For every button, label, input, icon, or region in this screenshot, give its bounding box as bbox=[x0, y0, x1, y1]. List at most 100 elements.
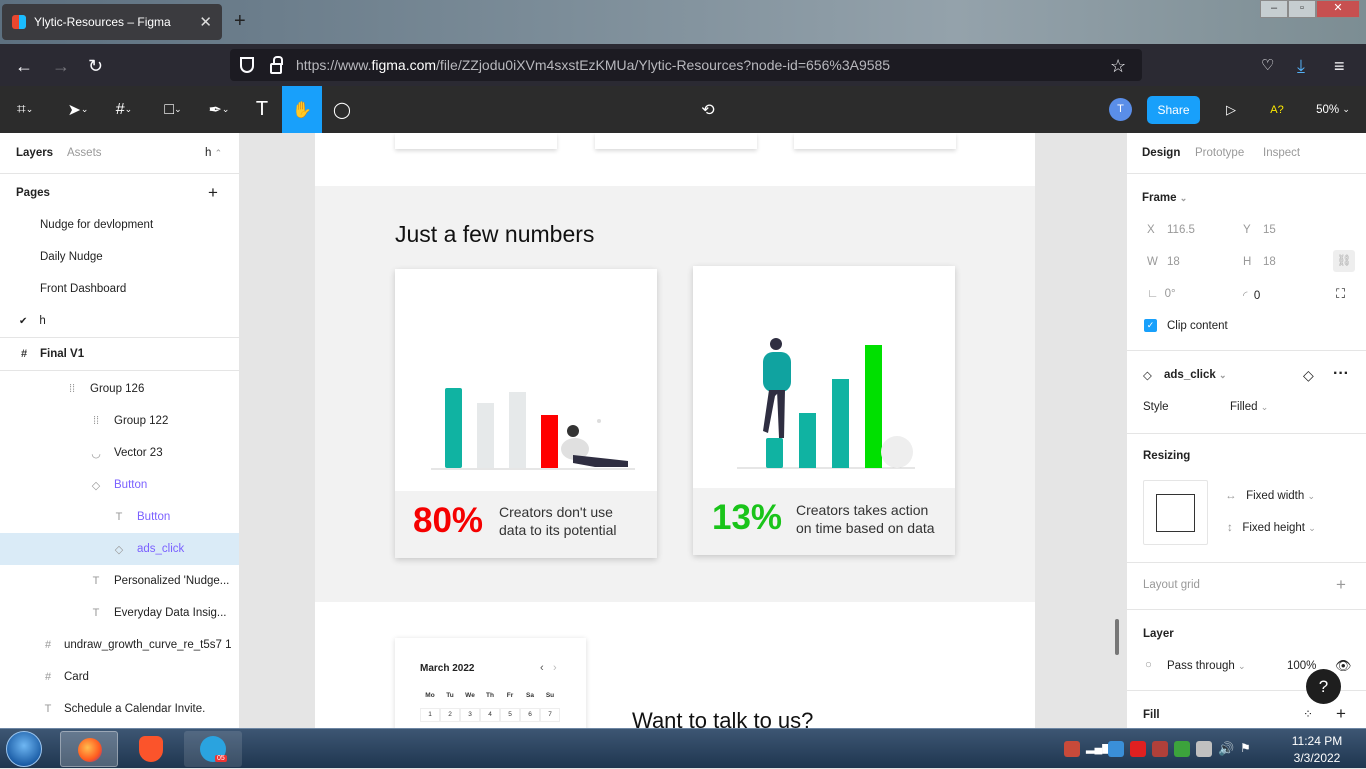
calendar-date[interactable]: 4 bbox=[480, 708, 500, 722]
shield-icon[interactable] bbox=[240, 57, 254, 73]
style-dropdown[interactable]: Filled ⌄ bbox=[1230, 401, 1268, 413]
calendar-prev-icon[interactable]: ‹ bbox=[540, 662, 544, 674]
text-tool-icon[interactable]: T bbox=[244, 86, 280, 133]
url-bar[interactable]: https://www.figma.com/file/ZZjodu0iXVm4s… bbox=[230, 49, 1142, 81]
comment-tool-icon[interactable]: ◯ bbox=[324, 86, 360, 133]
component-name-dropdown[interactable]: ads_click ⌄ bbox=[1164, 369, 1227, 381]
calendar-date[interactable]: 7 bbox=[540, 708, 560, 722]
pocket-icon[interactable]: ♡ bbox=[1261, 56, 1274, 74]
component-icon[interactable]: ⟲ bbox=[690, 86, 726, 133]
layer-item[interactable]: # Card bbox=[0, 661, 239, 693]
window-close-icon[interactable]: ✕ bbox=[1316, 0, 1360, 18]
layer-item[interactable]: ◇ Button bbox=[0, 469, 239, 501]
share-button[interactable]: Share bbox=[1147, 96, 1200, 124]
tray-icon[interactable] bbox=[1152, 741, 1168, 757]
layer-item[interactable]: T Schedule a Calendar Invite. bbox=[0, 693, 239, 725]
browser-tab[interactable]: Ylytic-Resources – Figma ✕ bbox=[2, 4, 222, 40]
move-tool-icon[interactable]: ➤ ⌄ bbox=[58, 86, 98, 133]
clip-content-checkbox[interactable]: ✓ bbox=[1144, 319, 1157, 332]
page-item-current[interactable]: ✔ h bbox=[0, 305, 239, 337]
add-page-icon[interactable]: + bbox=[208, 183, 218, 203]
maximize-icon[interactable]: ▫ bbox=[1288, 0, 1316, 18]
frame-tool-icon[interactable]: # ⌄ bbox=[104, 86, 144, 133]
opacity-field[interactable]: 100% bbox=[1287, 660, 1316, 672]
clock[interactable]: 11:24 PM 3/3/2022 bbox=[1285, 733, 1349, 767]
calendar-date[interactable]: 5 bbox=[500, 708, 520, 722]
hand-tool-icon[interactable]: ✋ bbox=[282, 86, 322, 133]
layer-frame[interactable]: # Final V1 bbox=[0, 338, 239, 370]
menu-icon[interactable]: ≡ bbox=[1334, 56, 1345, 77]
tab-design[interactable]: Design bbox=[1142, 147, 1180, 159]
layer-item[interactable]: T Button bbox=[0, 501, 239, 533]
stat-card[interactable]: 13% Creators takes action on time based o… bbox=[693, 266, 955, 555]
main-menu-icon[interactable]: ⌗ ⌄ bbox=[8, 86, 42, 133]
signal-icon[interactable]: ▂▄▆ bbox=[1086, 741, 1111, 757]
layer-item[interactable]: T Everyday Data Insig... bbox=[0, 597, 239, 629]
frame-dropdown[interactable]: Frame ⌄ bbox=[1142, 192, 1187, 204]
firefox-taskbar-icon[interactable] bbox=[60, 731, 118, 767]
tray-icon[interactable] bbox=[1174, 741, 1190, 757]
close-tab-icon[interactable]: ✕ bbox=[199, 13, 212, 31]
layer-item[interactable]: ◡ Vector 23 bbox=[0, 437, 239, 469]
tab-layers[interactable]: Layers bbox=[16, 147, 53, 159]
zoom-dropdown[interactable]: 50% ⌄ bbox=[1308, 86, 1358, 133]
h-field[interactable]: 18 bbox=[1263, 256, 1276, 268]
tray-icon[interactable] bbox=[1196, 741, 1212, 757]
new-tab-icon[interactable]: + bbox=[234, 10, 246, 33]
calendar-date[interactable]: 3 bbox=[460, 708, 480, 722]
fixed-width-dropdown[interactable]: ↔ Fixed width ⌄ bbox=[1225, 490, 1315, 502]
blend-mode-dropdown[interactable]: Pass through ⌄ bbox=[1167, 660, 1246, 672]
canvas-scrollbar[interactable] bbox=[1115, 619, 1119, 655]
page-item[interactable]: Nudge for devlopment bbox=[0, 209, 239, 241]
more-options-icon[interactable]: ··· bbox=[1333, 365, 1349, 383]
add-layout-grid-icon[interactable]: + bbox=[1336, 575, 1346, 595]
page-item[interactable]: Front Dashboard bbox=[0, 273, 239, 305]
stat-card[interactable]: 80% Creators don't use data to its potent… bbox=[395, 269, 657, 558]
page-selector[interactable]: h ⌃ bbox=[205, 147, 222, 159]
pen-tool-icon[interactable]: ✒ ⌄ bbox=[198, 86, 240, 133]
flag-icon[interactable]: ⚑ bbox=[1240, 741, 1256, 757]
layer-item[interactable]: # undraw_growth_curve_re_t5s7 1 bbox=[0, 629, 239, 661]
layer-item[interactable]: ⁞⁞ Group 126 bbox=[0, 373, 239, 405]
calendar-card[interactable]: March 2022 ‹ › Mo Tu We Th Fr Sa Su 1234567 bbox=[395, 638, 586, 728]
y-field[interactable]: 15 bbox=[1263, 224, 1276, 236]
layer-item[interactable]: ⁞⁞ Group 122 bbox=[0, 405, 239, 437]
tab-inspect[interactable]: Inspect bbox=[1263, 147, 1300, 159]
lock-icon[interactable] bbox=[270, 55, 283, 74]
back-icon[interactable]: ← bbox=[15, 56, 33, 77]
help-button[interactable]: ? bbox=[1306, 669, 1341, 704]
add-fill-icon[interactable]: + bbox=[1336, 704, 1346, 724]
rotation-field[interactable]: ∟ 0° bbox=[1147, 288, 1176, 300]
volume-icon[interactable]: 🔊 bbox=[1218, 741, 1234, 757]
design-frame[interactable]: Just a few numbers 80% Creators don't us… bbox=[315, 133, 1035, 728]
x-field[interactable]: 116.5 bbox=[1167, 224, 1195, 236]
layer-item-selected[interactable]: ◇ ads_click bbox=[0, 533, 239, 565]
detach-instance-icon[interactable]: ◇ bbox=[1303, 367, 1314, 384]
accessibility-badge[interactable]: A? bbox=[1262, 86, 1292, 133]
tray-icon[interactable] bbox=[1108, 741, 1124, 757]
start-button[interactable] bbox=[6, 731, 42, 767]
page-item[interactable]: Daily Nudge bbox=[0, 241, 239, 273]
independent-corners-icon[interactable]: ⛶ bbox=[1336, 286, 1345, 302]
reload-icon[interactable]: ↻ bbox=[88, 56, 103, 77]
calendar-date[interactable]: 2 bbox=[440, 708, 460, 722]
present-icon[interactable]: ▷ bbox=[1216, 86, 1246, 133]
w-field[interactable]: 18 bbox=[1167, 256, 1180, 268]
layer-item[interactable]: T Personalized 'Nudge... bbox=[0, 565, 239, 597]
corner-radius-field[interactable]: ◜ 0 bbox=[1243, 288, 1260, 302]
shape-tool-icon[interactable]: □ ⌄ bbox=[152, 86, 194, 133]
bookmark-star-icon[interactable]: ☆ bbox=[1110, 56, 1126, 77]
tab-assets[interactable]: Assets bbox=[67, 147, 102, 159]
brave-taskbar-icon[interactable] bbox=[124, 731, 182, 767]
forward-icon[interactable]: → bbox=[52, 56, 70, 77]
minimize-icon[interactable]: – bbox=[1260, 0, 1288, 18]
fixed-height-dropdown[interactable]: ↕ Fixed height ⌄ bbox=[1227, 522, 1316, 534]
calendar-date[interactable]: 1 bbox=[420, 708, 440, 722]
fill-styles-icon[interactable]: ⁘ bbox=[1303, 707, 1313, 721]
canvas[interactable]: Just a few numbers 80% Creators don't us… bbox=[240, 133, 1126, 728]
tray-icon[interactable] bbox=[1130, 741, 1146, 757]
calendar-date[interactable]: 6 bbox=[520, 708, 540, 722]
tray-icon[interactable] bbox=[1064, 741, 1080, 757]
download-icon[interactable]: ⤓ bbox=[1297, 56, 1305, 77]
telegram-taskbar-icon[interactable]: 05 bbox=[184, 731, 242, 767]
